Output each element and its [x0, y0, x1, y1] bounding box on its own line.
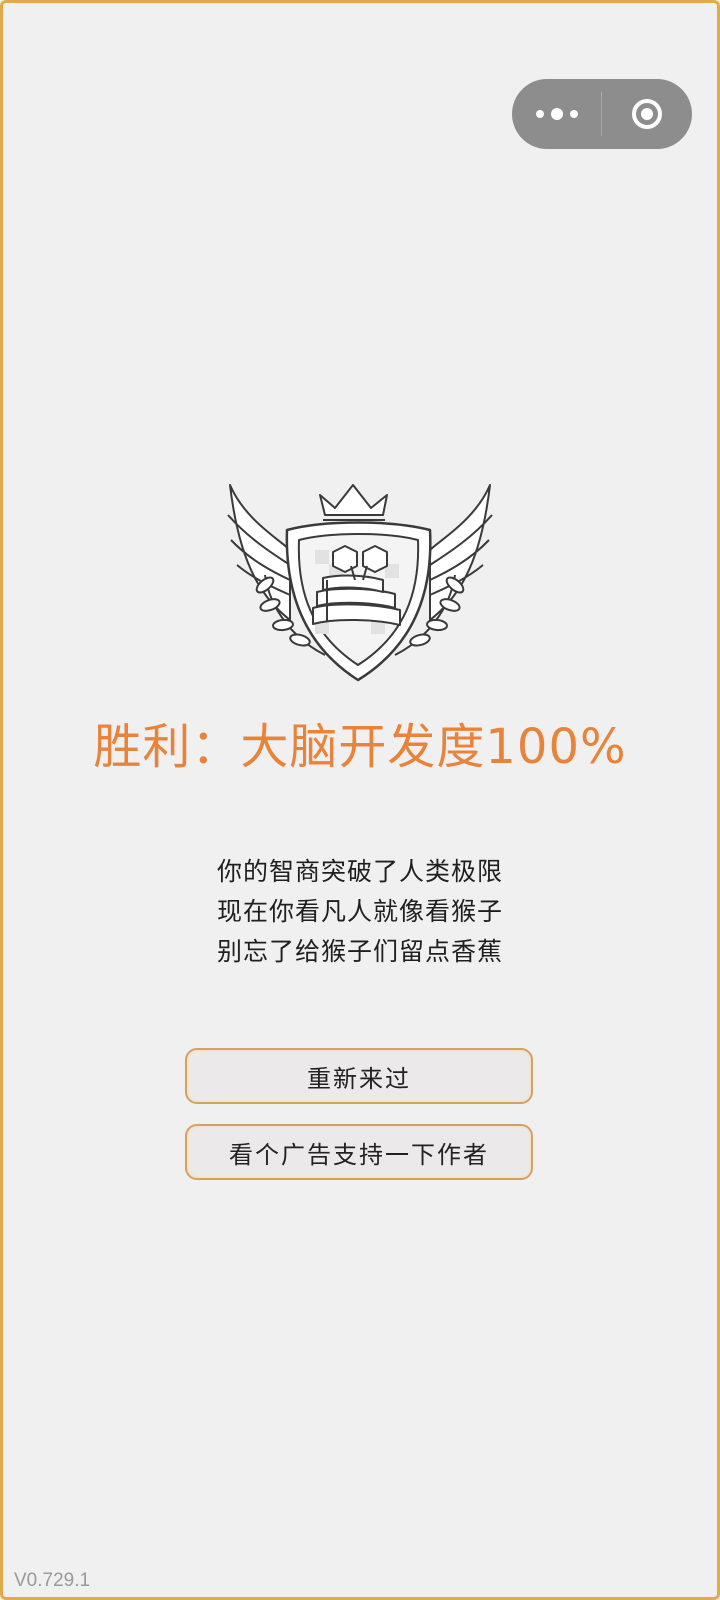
target-core: [641, 108, 653, 120]
description-line: 现在你看凡人就像看猴子: [216, 897, 503, 926]
result-description: 你的智商突破了人类极限 现在你看凡人就像看猴子 别忘了给猴子们留点香蕉: [0, 852, 720, 972]
more-dot-right: [569, 110, 578, 118]
watch-ad-button[interactable]: 看个广告支持一下作者: [185, 1124, 533, 1180]
description-line: 你的智商突破了人类极限: [216, 857, 503, 886]
mini-program-capsule: [512, 79, 692, 149]
more-dot-center: [550, 108, 563, 120]
version-label: V0.729.1: [14, 1570, 91, 1591]
target-close-icon: [632, 99, 662, 129]
window-frame: [0, 0, 720, 1600]
result-title: 胜利：大脑开发度100%: [93, 719, 627, 775]
more-menu-button[interactable]: [512, 79, 601, 149]
close-miniprogram-button[interactable]: [602, 79, 692, 149]
more-dots-icon: [535, 110, 544, 118]
restart-button[interactable]: 重新来过: [185, 1048, 533, 1104]
shield-emblem-icon: [227, 484, 493, 682]
description-line: 别忘了给猴子们留点香蕉: [216, 937, 503, 966]
